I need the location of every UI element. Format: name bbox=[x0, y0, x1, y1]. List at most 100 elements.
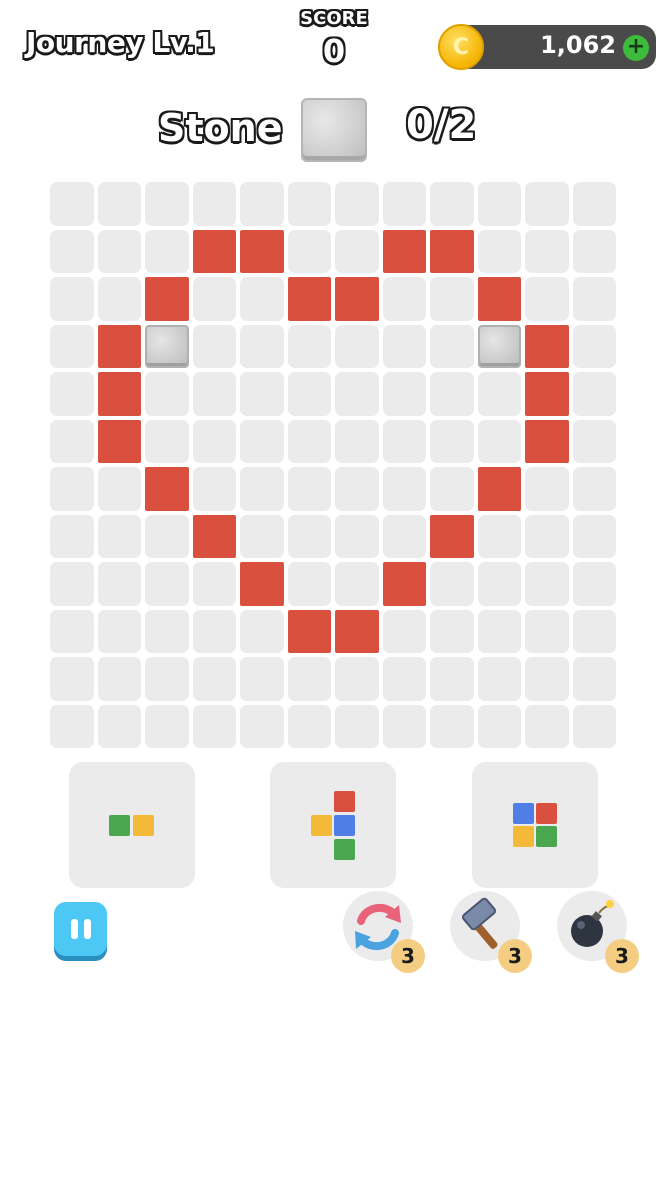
empty-cell[interactable] bbox=[382, 609, 426, 653]
empty-cell[interactable] bbox=[50, 704, 94, 748]
empty-cell[interactable] bbox=[287, 324, 331, 368]
red-block[interactable] bbox=[97, 324, 141, 368]
empty-cell[interactable] bbox=[192, 704, 236, 748]
empty-cell[interactable] bbox=[287, 372, 331, 416]
empty-cell[interactable] bbox=[145, 182, 189, 226]
empty-cell[interactable] bbox=[287, 562, 331, 606]
red-block[interactable] bbox=[382, 562, 426, 606]
empty-cell[interactable] bbox=[97, 514, 141, 558]
empty-cell[interactable] bbox=[382, 419, 426, 463]
empty-cell[interactable] bbox=[50, 419, 94, 463]
pause-button[interactable] bbox=[54, 902, 107, 956]
empty-cell[interactable] bbox=[50, 277, 94, 321]
empty-cell[interactable] bbox=[572, 514, 616, 558]
empty-cell[interactable] bbox=[287, 657, 331, 701]
empty-cell[interactable] bbox=[50, 562, 94, 606]
empty-cell[interactable] bbox=[335, 562, 379, 606]
empty-cell[interactable] bbox=[192, 562, 236, 606]
empty-cell[interactable] bbox=[525, 467, 569, 511]
empty-cell[interactable] bbox=[240, 514, 284, 558]
empty-cell[interactable] bbox=[525, 562, 569, 606]
red-block[interactable] bbox=[335, 609, 379, 653]
empty-cell[interactable] bbox=[335, 324, 379, 368]
empty-cell[interactable] bbox=[50, 657, 94, 701]
empty-cell[interactable] bbox=[97, 182, 141, 226]
empty-cell[interactable] bbox=[240, 704, 284, 748]
empty-cell[interactable] bbox=[430, 182, 474, 226]
empty-cell[interactable] bbox=[145, 372, 189, 416]
empty-cell[interactable] bbox=[572, 657, 616, 701]
empty-cell[interactable] bbox=[50, 372, 94, 416]
empty-cell[interactable] bbox=[572, 229, 616, 273]
red-block[interactable] bbox=[97, 372, 141, 416]
red-block[interactable] bbox=[477, 467, 521, 511]
empty-cell[interactable] bbox=[572, 467, 616, 511]
empty-cell[interactable] bbox=[145, 609, 189, 653]
empty-cell[interactable] bbox=[287, 182, 331, 226]
empty-cell[interactable] bbox=[145, 514, 189, 558]
stone-block[interactable] bbox=[145, 324, 189, 368]
empty-cell[interactable] bbox=[382, 704, 426, 748]
empty-cell[interactable] bbox=[335, 467, 379, 511]
red-block[interactable] bbox=[145, 467, 189, 511]
empty-cell[interactable] bbox=[477, 419, 521, 463]
empty-cell[interactable] bbox=[525, 277, 569, 321]
empty-cell[interactable] bbox=[50, 467, 94, 511]
empty-cell[interactable] bbox=[430, 324, 474, 368]
empty-cell[interactable] bbox=[572, 182, 616, 226]
empty-cell[interactable] bbox=[572, 704, 616, 748]
red-block[interactable] bbox=[97, 419, 141, 463]
empty-cell[interactable] bbox=[572, 324, 616, 368]
empty-cell[interactable] bbox=[192, 277, 236, 321]
piece-slot-1[interactable] bbox=[69, 762, 195, 888]
red-block[interactable] bbox=[335, 277, 379, 321]
empty-cell[interactable] bbox=[382, 467, 426, 511]
empty-cell[interactable] bbox=[572, 372, 616, 416]
empty-cell[interactable] bbox=[525, 657, 569, 701]
empty-cell[interactable] bbox=[382, 277, 426, 321]
empty-cell[interactable] bbox=[477, 514, 521, 558]
empty-cell[interactable] bbox=[430, 467, 474, 511]
empty-cell[interactable] bbox=[240, 609, 284, 653]
empty-cell[interactable] bbox=[477, 562, 521, 606]
empty-cell[interactable] bbox=[525, 229, 569, 273]
empty-cell[interactable] bbox=[430, 562, 474, 606]
empty-cell[interactable] bbox=[145, 419, 189, 463]
empty-cell[interactable] bbox=[525, 514, 569, 558]
empty-cell[interactable] bbox=[240, 277, 284, 321]
empty-cell[interactable] bbox=[335, 704, 379, 748]
empty-cell[interactable] bbox=[97, 562, 141, 606]
empty-cell[interactable] bbox=[192, 657, 236, 701]
empty-cell[interactable] bbox=[145, 229, 189, 273]
empty-cell[interactable] bbox=[240, 324, 284, 368]
empty-cell[interactable] bbox=[97, 467, 141, 511]
empty-cell[interactable] bbox=[192, 609, 236, 653]
empty-cell[interactable] bbox=[382, 372, 426, 416]
empty-cell[interactable] bbox=[97, 229, 141, 273]
empty-cell[interactable] bbox=[525, 182, 569, 226]
empty-cell[interactable] bbox=[240, 182, 284, 226]
red-block[interactable] bbox=[477, 277, 521, 321]
empty-cell[interactable] bbox=[145, 657, 189, 701]
empty-cell[interactable] bbox=[477, 372, 521, 416]
empty-cell[interactable] bbox=[477, 704, 521, 748]
empty-cell[interactable] bbox=[430, 419, 474, 463]
empty-cell[interactable] bbox=[335, 229, 379, 273]
piece-slot-3[interactable] bbox=[472, 762, 598, 888]
red-block[interactable] bbox=[287, 609, 331, 653]
empty-cell[interactable] bbox=[192, 324, 236, 368]
empty-cell[interactable] bbox=[477, 609, 521, 653]
empty-cell[interactable] bbox=[192, 182, 236, 226]
empty-cell[interactable] bbox=[97, 277, 141, 321]
red-block[interactable] bbox=[145, 277, 189, 321]
empty-cell[interactable] bbox=[50, 182, 94, 226]
empty-cell[interactable] bbox=[145, 562, 189, 606]
empty-cell[interactable] bbox=[572, 277, 616, 321]
empty-cell[interactable] bbox=[335, 372, 379, 416]
empty-cell[interactable] bbox=[382, 657, 426, 701]
empty-cell[interactable] bbox=[477, 229, 521, 273]
empty-cell[interactable] bbox=[382, 324, 426, 368]
empty-cell[interactable] bbox=[572, 419, 616, 463]
red-block[interactable] bbox=[525, 419, 569, 463]
empty-cell[interactable] bbox=[240, 657, 284, 701]
